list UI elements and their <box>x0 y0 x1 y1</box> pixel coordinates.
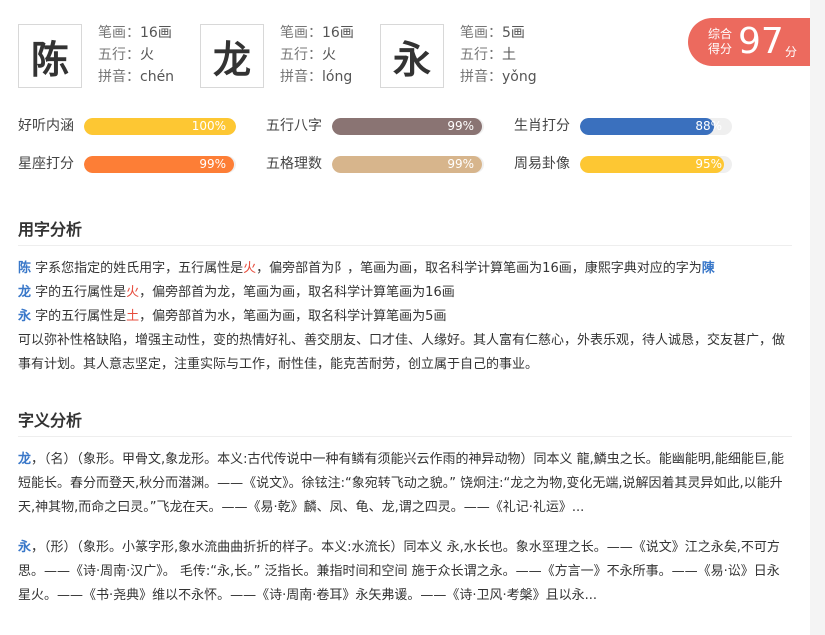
pinyin-label: 拼音： <box>98 69 140 85</box>
usage-line-long: 龙 字的五行属性是火，偏旁部首为龙，笔画为画，取名科学计算笔画为16画 <box>18 285 455 300</box>
score-value: 97 <box>738 21 784 62</box>
meaning-entry-yong: 永，（形）（象形。小篆字形,象水流曲曲折折的样子。本义:水流长）同本义 永,水长… <box>18 536 792 608</box>
element-value: 火 <box>322 47 336 63</box>
character-glyph: 永 <box>380 24 444 88</box>
meaning-char: 龙 <box>18 452 32 467</box>
strokes-value: 5画 <box>502 25 525 41</box>
progress-bar: 95% <box>580 156 732 173</box>
character-info: 笔画：5画 五行：土 拼音：yǒng <box>460 22 537 88</box>
progress-text: 99% <box>447 119 474 133</box>
usage-description: 可以弥补性格缺陷，增强主动性，变的热情好礼、善交朋友、口才佳、人缘好。其人富有仁… <box>18 333 786 372</box>
kangxi-char: 陳 <box>701 261 715 276</box>
character-glyph: 陈 <box>18 24 82 88</box>
usage-section-title: 用字分析 <box>18 220 83 239</box>
score-label: 综合 得分 <box>708 27 733 56</box>
usage-char: 永 <box>18 309 32 324</box>
pinyin-label: 拼音： <box>280 69 322 85</box>
usage-line-yong: 永 字的五行属性是土，偏旁部首为水，笔画为画，取名科学计算笔画为5画 <box>18 309 447 324</box>
metric-label: 生肖打分 <box>514 118 570 134</box>
strokes-value: 16画 <box>322 25 354 41</box>
pinyin-value: lóng <box>322 69 353 85</box>
pinyin-label: 拼音： <box>460 69 502 85</box>
progress-bar: 99% <box>332 156 484 173</box>
progress-fill <box>580 118 714 135</box>
element-label: 五行： <box>280 47 322 63</box>
element-label: 五行： <box>98 47 140 63</box>
section-divider <box>18 245 792 246</box>
character-info: 笔画：16画 五行：火 拼音：chén <box>98 22 174 88</box>
progress-bar: 99% <box>332 118 484 135</box>
progress-text: 88% <box>695 119 722 133</box>
usage-char: 龙 <box>18 285 32 300</box>
progress-text: 99% <box>447 157 474 171</box>
meaning-entry-long: 龙，（名）（象形。甲骨文,象龙形。本义:古代传说中一种有鳞有须能兴云作雨的神异动… <box>18 448 792 520</box>
character-list: 陈 笔画：16画 五行：火 拼音：chén 龙 笔画：16画 五行：火 拼音：l… <box>18 22 638 88</box>
section-divider <box>18 436 792 437</box>
progress-text: 100% <box>191 119 226 133</box>
pinyin-value: yǒng <box>502 69 537 85</box>
progress-bar: 88% <box>580 118 732 135</box>
name-analysis-card: 陈 笔画：16画 五行：火 拼音：chén 龙 笔画：16画 五行：火 拼音：l… <box>0 0 810 635</box>
usage-char: 陈 <box>18 261 32 276</box>
element-label: 五行： <box>460 47 502 63</box>
usage-line-chen: 陈 字系您指定的姓氏用字，五行属性是火，偏旁部首为阝，笔画为画，取名科学计算笔画… <box>18 261 715 276</box>
element-value: 火 <box>140 47 154 63</box>
meaning-text: ，（名）（象形。甲骨文,象龙形。本义:古代传说中一种有鳞有须能兴云作雨的神异动物… <box>18 452 785 515</box>
metric-label: 五行八字 <box>266 118 322 134</box>
progress-text: 95% <box>695 157 722 171</box>
metric-label: 星座打分 <box>18 156 74 172</box>
strokes-label: 笔画： <box>98 25 140 41</box>
character-glyph: 龙 <box>200 24 264 88</box>
strokes-label: 笔画： <box>280 25 322 41</box>
metric-label: 好听内涵 <box>18 118 74 134</box>
progress-bar: 99% <box>84 156 236 173</box>
pinyin-value: chén <box>140 69 175 85</box>
metric-bars: 好听内涵 100% 五行八字 99% 生肖打分 88% 星座打分 99% 五格理… <box>18 116 738 178</box>
element-highlight: 火 <box>243 261 257 276</box>
overall-score-badge: 综合 得分 97 分 <box>688 18 810 66</box>
metric-label: 周易卦像 <box>514 156 570 172</box>
metric-label: 五格理数 <box>266 156 322 172</box>
progress-text: 99% <box>199 157 226 171</box>
meaning-text: ，（形）（象形。小篆字形,象水流曲曲折折的样子。本义:水流长）同本义 永,水长也… <box>18 540 780 603</box>
element-highlight: 火 <box>126 285 140 300</box>
score-unit: 分 <box>785 45 798 59</box>
meaning-section-title: 字义分析 <box>18 411 83 430</box>
element-value: 土 <box>502 47 516 63</box>
meaning-char: 永 <box>18 540 32 555</box>
character-info: 笔画：16画 五行：火 拼音：lóng <box>280 22 354 88</box>
strokes-value: 16画 <box>140 25 172 41</box>
element-highlight: 土 <box>126 309 140 324</box>
strokes-label: 笔画： <box>460 25 502 41</box>
progress-bar: 100% <box>84 118 236 135</box>
usage-analysis: 陈 字系您指定的姓氏用字，五行属性是火，偏旁部首为阝，笔画为画，取名科学计算笔画… <box>18 257 792 377</box>
